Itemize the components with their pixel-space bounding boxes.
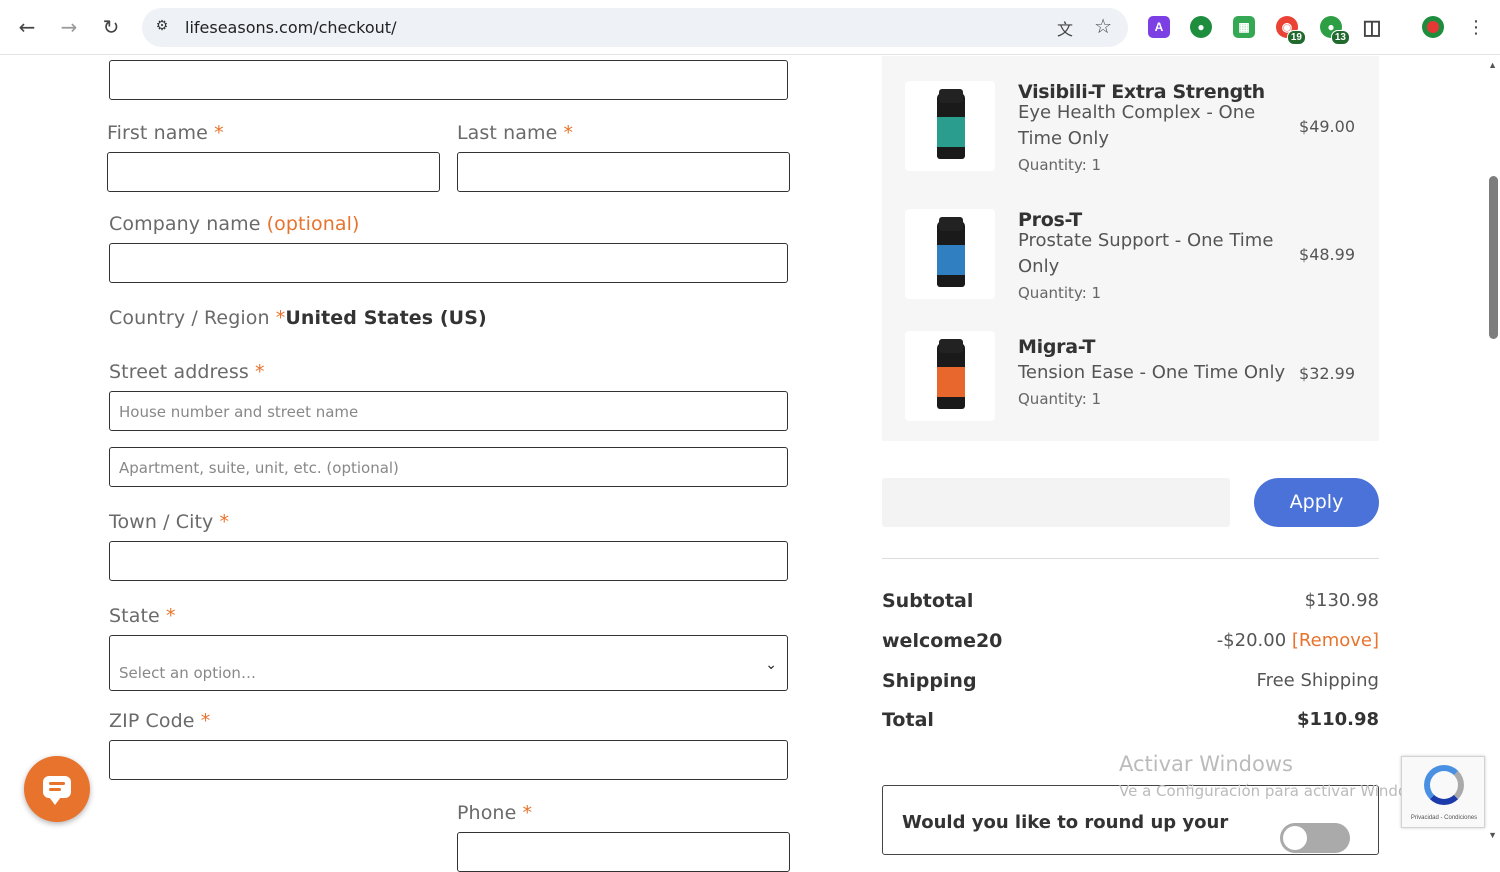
street-label: Street address * (109, 361, 265, 383)
windows-activation-watermark: Activar Windows Ve a Configuración para … (1119, 752, 1432, 800)
subtotal-label: Subtotal (882, 590, 974, 612)
extensions-puzzle-icon[interactable]: ◫ (1361, 16, 1383, 39)
page-scrollbar[interactable]: ▲ ▼ (1486, 56, 1500, 844)
subtotal-row: Subtotal $130.98 (882, 590, 1379, 614)
item-description: Eye Health Complex - One Time Only (1018, 102, 1256, 149)
site-settings-icon[interactable]: ⚙ (152, 17, 172, 37)
round-up-toggle[interactable] (1280, 823, 1350, 853)
watermark-title: Activar Windows (1119, 752, 1293, 776)
url-text[interactable]: lifeseasons.com/checkout/ (185, 18, 396, 37)
total-row: Total $110.98 (882, 709, 1379, 733)
street-address-field[interactable]: House number and street name (109, 391, 788, 431)
round-up-text: Would you like to round up your (902, 812, 1229, 833)
last-name-label: Last name * (457, 122, 574, 144)
coupon-code: welcome20 (882, 630, 1003, 652)
scroll-down-icon[interactable]: ▼ (1488, 830, 1497, 840)
product-image (905, 331, 995, 421)
shipping-row: Shipping Free Shipping (882, 670, 1379, 694)
shipping-label: Shipping (882, 670, 977, 692)
recaptcha-badge[interactable]: Privacidad - Condiciones (1401, 756, 1485, 828)
company-field[interactable] (109, 243, 788, 283)
extension-a-icon[interactable]: A (1148, 16, 1170, 38)
chat-bubble-icon (43, 776, 71, 805)
company-label: Company name (optional) (109, 213, 360, 235)
shipping-value: Free Shipping (1256, 670, 1379, 691)
chevron-down-icon: ⌄ (765, 656, 777, 672)
remove-coupon-link[interactable]: [Remove] (1292, 630, 1379, 651)
city-field[interactable] (109, 541, 788, 581)
zip-label: ZIP Code * (109, 710, 211, 732)
country-label: Country / Region *United States (US) (109, 307, 487, 329)
subtotal-value: $130.98 (1304, 590, 1379, 611)
item-price: $48.99 (1299, 245, 1355, 264)
street-address-2-field[interactable]: Apartment, suite, unit, etc. (optional) (109, 447, 788, 487)
coupon-row: welcome20 -$20.00 [Remove] (882, 630, 1379, 654)
first-name-field[interactable] (107, 152, 440, 192)
state-select[interactable]: Select an option… ⌄ (109, 635, 788, 691)
extension-sheets-icon[interactable]: ▦ (1233, 16, 1255, 38)
profile-avatar[interactable] (1422, 16, 1444, 38)
phone-label: Phone * (457, 802, 533, 824)
state-label: State * (109, 605, 176, 627)
zip-field[interactable] (109, 740, 788, 780)
city-label: Town / City * (109, 511, 230, 533)
item-price: $32.99 (1299, 364, 1355, 383)
item-quantity: Quantity: 1 (1018, 390, 1102, 408)
browser-toolbar: ← → ↻ ⚙ lifeseasons.com/checkout/ 文 ☆ A … (0, 0, 1500, 55)
apply-coupon-button[interactable]: Apply (1254, 478, 1379, 527)
item-description: Tension Ease - One Time Only (1018, 362, 1286, 383)
watermark-subtitle: Ve a Configuración para activar Windows. (1119, 782, 1432, 800)
extension-green-icon[interactable]: ● 13 (1320, 16, 1350, 45)
back-icon[interactable]: ← (14, 14, 40, 40)
total-label: Total (882, 709, 934, 731)
reload-icon[interactable]: ↻ (98, 14, 124, 40)
scrollbar-thumb[interactable] (1489, 176, 1498, 339)
order-items-panel: Visibili-T Extra Strength Eye Health Com… (882, 56, 1379, 441)
menu-kebab-icon[interactable]: ⋮ (1463, 14, 1489, 40)
item-description: Prostate Support - One Time Only (1018, 230, 1274, 277)
bookmark-star-icon[interactable]: ☆ (1094, 14, 1112, 39)
item-price: $49.00 (1299, 117, 1355, 136)
translate-icon[interactable]: 文 (1054, 16, 1076, 39)
recaptcha-terms[interactable]: Privacidad - Condiciones (1402, 815, 1486, 821)
extension-badge: 19 (1286, 30, 1306, 45)
phone-field[interactable] (457, 832, 790, 872)
first-name-label: First name * (107, 122, 224, 144)
coupon-input[interactable] (882, 478, 1230, 527)
chat-launcher-button[interactable] (24, 756, 90, 822)
recaptcha-icon (1424, 765, 1464, 805)
product-image (905, 209, 995, 299)
country-value: United States (US) (285, 307, 487, 329)
product-image (905, 81, 995, 171)
email-field[interactable] (109, 60, 788, 100)
extension-badge: 13 (1330, 30, 1350, 45)
forward-icon[interactable]: → (56, 14, 82, 40)
item-name: Migra-T (1018, 336, 1096, 358)
total-value: $110.98 (1297, 709, 1379, 730)
extension-circle-icon[interactable]: ● (1190, 16, 1212, 38)
scroll-up-icon[interactable]: ▲ (1488, 60, 1497, 70)
item-quantity: Quantity: 1 (1018, 156, 1102, 174)
divider (882, 558, 1379, 559)
address-bar[interactable]: ⚙ lifeseasons.com/checkout/ 文 ☆ (142, 8, 1128, 47)
item-quantity: Quantity: 1 (1018, 284, 1102, 302)
coupon-discount: -$20.00 [Remove] (1216, 630, 1379, 651)
extension-red-icon[interactable]: ◉ 19 (1276, 16, 1306, 45)
last-name-field[interactable] (457, 152, 790, 192)
